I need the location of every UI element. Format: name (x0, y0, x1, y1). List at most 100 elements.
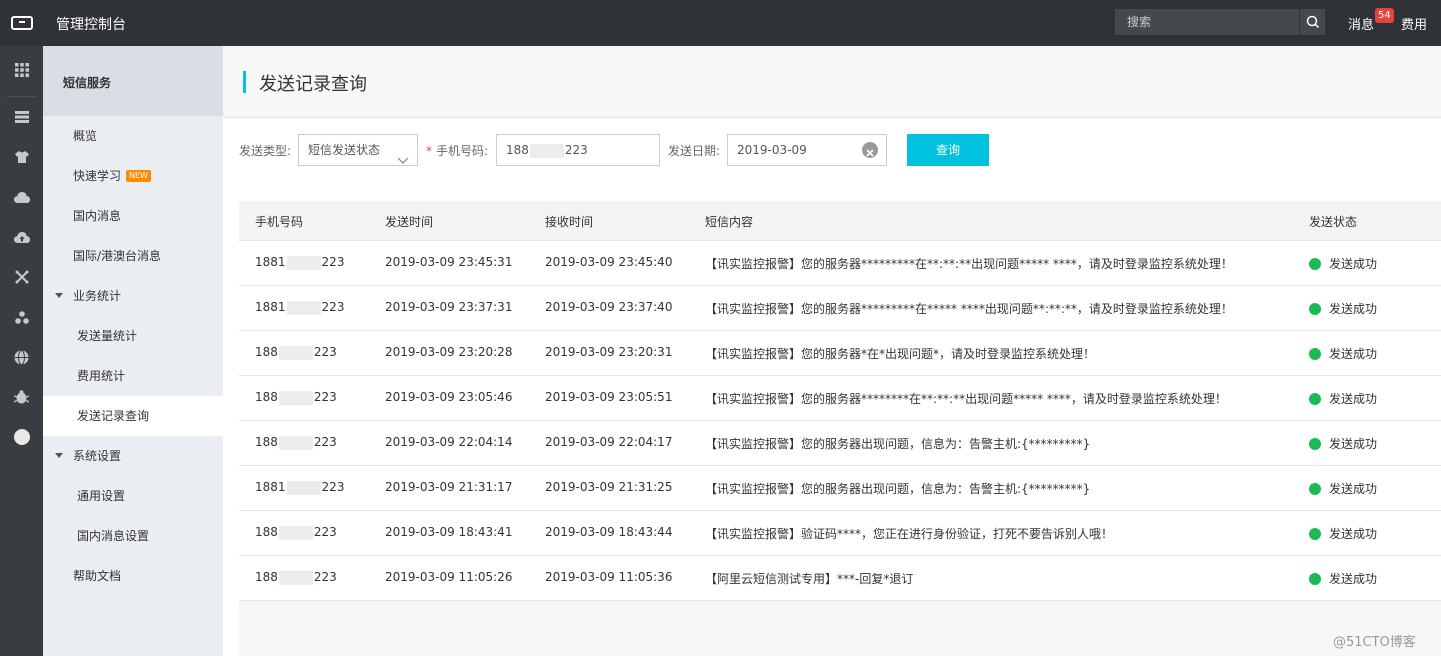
server-icon[interactable] (0, 105, 43, 129)
send-date-label: 发送日期: (668, 144, 721, 158)
aliyun-logo-icon[interactable] (0, 0, 43, 46)
phone-cell: 188 223 (255, 570, 337, 585)
grid-icon[interactable] (0, 58, 43, 82)
table-row[interactable]: 188 223 2019-03-09 23:20:28 2019-03-09 23… (239, 331, 1441, 376)
sidebar-item-send-records[interactable]: 发送记录查询 (43, 396, 223, 436)
content-cell: 【讯实监控报警】您的服务器********在**:**:**出现问题***** … (705, 392, 1227, 406)
redacted-mask (278, 525, 313, 540)
sidebar-group-business-stats[interactable]: 业务统计 (43, 276, 223, 316)
date-input[interactable]: 2019-03-09 (727, 134, 887, 166)
globe-icon[interactable] (0, 345, 43, 369)
redacted-mask (286, 255, 321, 270)
content-cell: 【阿里云短信测试专用】***-回复*退订 (705, 572, 914, 586)
table-row[interactable]: 1881 223 2019-03-09 23:45:31 2019-03-09 2… (239, 241, 1441, 286)
sidebar-header: 短信服务 (43, 46, 223, 116)
status-cell: 发送成功 (1309, 570, 1377, 587)
cloud-upload-icon[interactable] (0, 225, 43, 249)
success-dot-icon (1309, 302, 1321, 315)
redacted-mask (278, 570, 313, 585)
phone-cell: 1881 223 (255, 300, 345, 315)
sidebar-item-cost-stats[interactable]: 费用统计 (43, 356, 223, 396)
receive-time-cell: 2019-03-09 11:05:36 (545, 570, 673, 584)
sidebar-item-quick-learn[interactable]: 快速学习 NEW (43, 156, 223, 196)
redacted-mask (529, 143, 564, 158)
phone-cell: 188 223 (255, 435, 337, 450)
redacted-mask (286, 480, 321, 495)
sidebar-group-system-settings[interactable]: 系统设置 (43, 436, 223, 476)
table-footer (239, 601, 1441, 656)
shirt-icon[interactable] (0, 145, 43, 169)
product-rail (0, 46, 43, 656)
circle-icon[interactable] (0, 425, 43, 449)
column-header-status: 发送状态 (1309, 215, 1358, 229)
clear-icon[interactable] (862, 142, 878, 158)
receive-time-cell: 2019-03-09 22:04:17 (545, 435, 673, 449)
receive-time-cell: 2019-03-09 23:37:40 (545, 300, 673, 314)
content-cell: 【讯实监控报警】您的服务器*在*出现问题*，请及时登录监控系统处理！ (705, 347, 1096, 361)
top-bar: 管理控制台 消息 54 费用 (0, 0, 1441, 46)
sidebar-item-general-settings[interactable]: 通用设置 (43, 476, 223, 516)
table-row[interactable]: 188 223 2019-03-09 18:43:41 2019-03-09 18… (239, 511, 1441, 556)
receive-time-cell: 2019-03-09 23:05:51 (545, 390, 673, 404)
title-accent-bar (243, 71, 246, 93)
receive-time-cell: 2019-03-09 23:45:40 (545, 255, 673, 269)
search-input[interactable] (1115, 9, 1299, 35)
cloud-icon[interactable] (0, 185, 43, 209)
sidebar-item-international-messages[interactable]: 国际/港澳台消息 (43, 236, 223, 276)
sidebar-item-domestic-messages[interactable]: 国内消息 (43, 196, 223, 236)
fee-link[interactable]: 费用 (1401, 14, 1427, 33)
sidebar-item-domestic-settings[interactable]: 国内消息设置 (43, 516, 223, 556)
status-cell: 发送成功 (1309, 345, 1377, 362)
success-dot-icon (1309, 572, 1321, 585)
table-row[interactable]: 188 223 2019-03-09 23:05:46 2019-03-09 23… (239, 376, 1441, 421)
send-type-select[interactable]: 短信发送状态 (298, 134, 418, 166)
success-dot-icon (1309, 257, 1321, 270)
content-cell: 【讯实监控报警】您的服务器*********在**:**:**出现问题*****… (705, 257, 1233, 271)
new-badge: NEW (126, 169, 151, 182)
status-cell: 发送成功 (1309, 390, 1377, 407)
query-button[interactable]: 查询 (907, 134, 989, 166)
records-table: 手机号码 发送时间 接收时间 短信内容 发送状态 1881 223 2019-03… (239, 201, 1441, 656)
messages-link[interactable]: 消息 (1348, 14, 1374, 33)
table-row[interactable]: 188 223 2019-03-09 22:04:14 2019-03-09 22… (239, 421, 1441, 466)
watermark: @51CTO博客 (1333, 635, 1416, 650)
search-box (1115, 9, 1325, 35)
bug-icon[interactable] (0, 385, 43, 409)
status-cell: 发送成功 (1309, 300, 1377, 317)
send-time-cell: 2019-03-09 22:04:14 (385, 435, 513, 449)
status-cell: 发送成功 (1309, 435, 1377, 452)
content-cell: 【讯实监控报警】验证码****，您正在进行身份验证，打死不要告诉别人哦！ (705, 527, 1114, 541)
search-icon[interactable] (1299, 9, 1325, 35)
status-cell: 发送成功 (1309, 480, 1377, 497)
content-cell: 【讯实监控报警】您的服务器出现问题，信息为：告警主机:{*********} (705, 437, 1091, 451)
sidebar-item-help-docs[interactable]: 帮助文档 (43, 556, 223, 596)
filter-bar: 发送类型: 短信发送状态 * 手机号码: 188 223 发送日期: 2019-03… (223, 134, 1441, 166)
redacted-mask (278, 390, 313, 405)
send-time-cell: 2019-03-09 23:05:46 (385, 390, 513, 404)
sidebar-item-overview[interactable]: 概览 (43, 116, 223, 156)
table-row[interactable]: 1881 223 2019-03-09 21:31:17 2019-03-09 2… (239, 466, 1441, 511)
send-time-cell: 2019-03-09 11:05:26 (385, 570, 513, 584)
success-dot-icon (1309, 527, 1321, 540)
network-icon[interactable] (0, 265, 43, 289)
status-cell: 发送成功 (1309, 525, 1377, 542)
send-time-cell: 2019-03-09 18:43:41 (385, 525, 513, 539)
redacted-mask (278, 345, 313, 360)
sidebar-item-send-volume-stats[interactable]: 发送量统计 (43, 316, 223, 356)
table-row[interactable]: 1881 223 2019-03-09 23:37:31 2019-03-09 2… (239, 286, 1441, 331)
phone-cell: 188 223 (255, 525, 337, 540)
app-title[interactable]: 管理控制台 (56, 14, 126, 34)
success-dot-icon (1309, 437, 1321, 450)
caret-down-icon (55, 293, 63, 298)
receive-time-cell: 2019-03-09 21:31:25 (545, 480, 673, 494)
table-row[interactable]: 188 223 2019-03-09 11:05:26 2019-03-09 11… (239, 556, 1441, 601)
column-header-phone: 手机号码 (255, 215, 304, 229)
send-time-cell: 2019-03-09 23:45:31 (385, 255, 513, 269)
phone-cell: 1881 223 (255, 255, 345, 270)
caret-down-icon (55, 453, 63, 458)
column-header-send-time: 发送时间 (385, 215, 434, 229)
phone-cell: 188 223 (255, 390, 337, 405)
phone-input[interactable]: 188 223 (496, 134, 660, 166)
cluster-icon[interactable] (0, 305, 43, 329)
table-header: 手机号码 发送时间 接收时间 短信内容 发送状态 (239, 201, 1441, 241)
